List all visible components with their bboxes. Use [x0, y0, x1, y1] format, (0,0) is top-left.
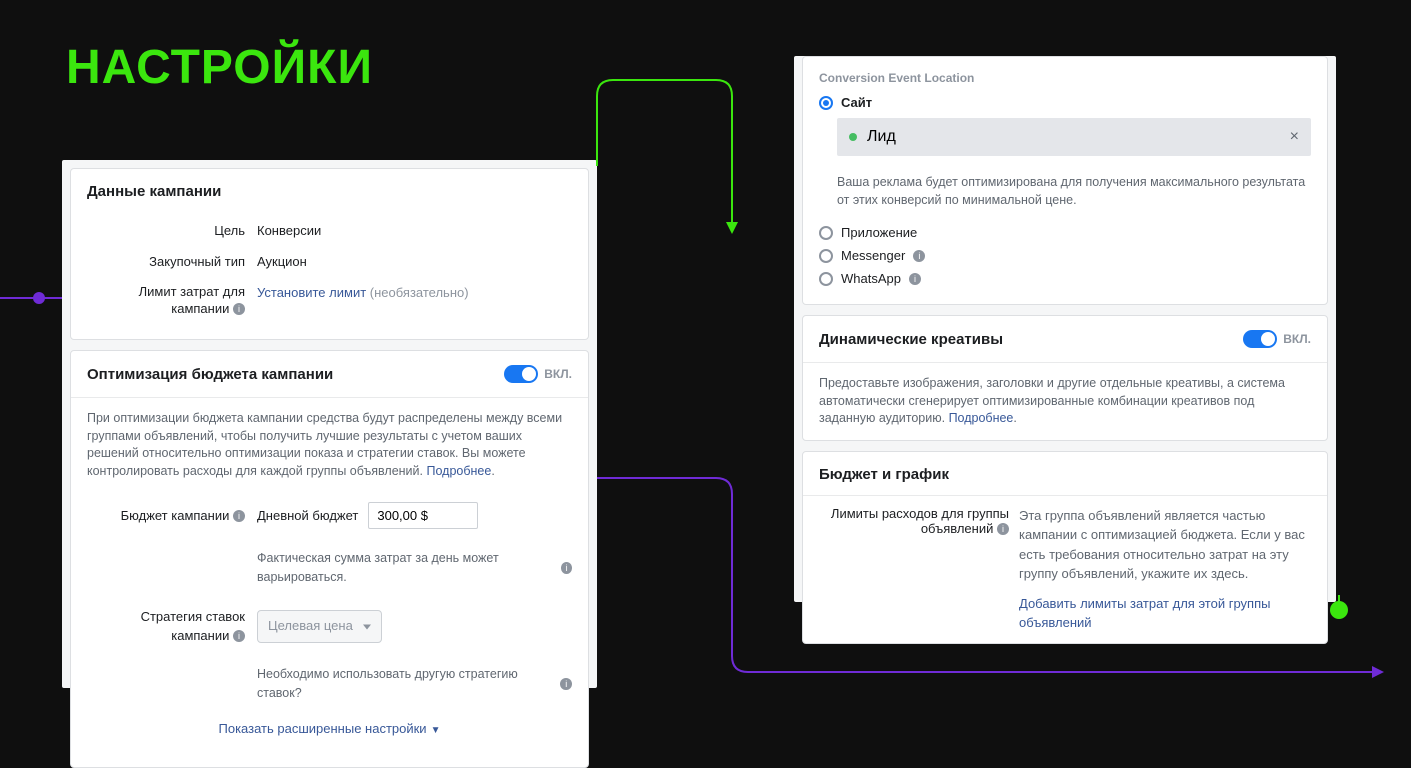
budget-input[interactable] — [368, 502, 478, 529]
conversion-desc: Ваша реклама будет оптимизирована для по… — [803, 166, 1327, 223]
info-icon[interactable] — [233, 630, 245, 642]
radio-icon — [819, 226, 833, 240]
dynamic-toggle[interactable] — [1243, 330, 1277, 348]
optional-label: (необязательно) — [370, 285, 469, 300]
connector-line — [596, 78, 796, 238]
info-icon[interactable] — [997, 523, 1009, 535]
bid-label: Стратегия ставок кампании — [141, 609, 245, 643]
bid-select[interactable]: Целевая цена — [257, 610, 382, 643]
learn-more-link[interactable]: Подробнее — [426, 464, 491, 478]
info-icon[interactable] — [909, 273, 921, 285]
bid-note: Необходимо использовать другую стратегию… — [257, 665, 556, 701]
info-icon[interactable] — [561, 562, 572, 574]
learn-more-link[interactable]: Подробнее — [949, 411, 1014, 425]
spendlimit-label: Лимит затрат для кампании — [139, 284, 245, 316]
spend-limits-desc: Эта группа объявлений является частью ка… — [1019, 508, 1305, 582]
budget-opt-toggle[interactable] — [504, 365, 538, 383]
info-icon[interactable] — [233, 303, 245, 315]
conversion-card: Conversion Event Location Сайт Лид × Ваш… — [802, 56, 1328, 305]
settings-panel-right: Conversion Event Location Сайт Лид × Ваш… — [794, 56, 1336, 602]
chevron-down-icon: ▼ — [431, 725, 441, 736]
budget-opt-card: Оптимизация бюджета кампании ВКЛ. При оп… — [70, 350, 589, 767]
set-limit-link[interactable]: Установите лимит — [257, 285, 366, 300]
budget-opt-header: Оптимизация бюджета кампании — [87, 366, 333, 383]
toggle-on-label: ВКЛ. — [1283, 332, 1311, 346]
campaign-data-header: Данные кампании — [71, 169, 588, 212]
dynamic-header: Динамические креативы — [819, 331, 1003, 348]
budget-opt-desc: При оптимизации бюджета кампании средств… — [87, 411, 562, 478]
settings-panel-left: Данные кампании Цель Конверсии Закупочны… — [62, 160, 597, 688]
spend-limits-label: Лимиты расходов для группы объявлений — [831, 506, 1009, 536]
close-icon[interactable]: × — [1290, 128, 1299, 146]
radio-icon — [819, 249, 833, 263]
budget-type: Дневной бюджет — [257, 507, 358, 526]
status-dot-icon — [849, 133, 857, 141]
info-icon[interactable] — [913, 250, 925, 262]
add-limits-link[interactable]: Добавить лимиты затрат для этой группы о… — [1019, 596, 1270, 631]
event-pill-label: Лид — [867, 128, 896, 146]
goal-value: Конверсии — [257, 222, 572, 241]
budget-note: Фактическая сумма затрат за день может в… — [257, 549, 557, 585]
dynamic-creatives-card: Динамические креативы ВКЛ. Предоставьте … — [802, 315, 1328, 441]
radio-whatsapp-label: WhatsApp — [841, 271, 901, 286]
budget-schedule-header: Бюджет и график — [803, 452, 1327, 495]
toggle-on-label: ВКЛ. — [544, 367, 572, 381]
bid-select-value: Целевая цена — [268, 617, 353, 636]
dynamic-desc: Предоставьте изображения, заголовки и др… — [819, 376, 1285, 425]
radio-app-label: Приложение — [841, 225, 917, 240]
radio-icon — [819, 272, 833, 286]
budget-label: Бюджет кампании — [121, 508, 230, 523]
info-icon[interactable] — [233, 510, 245, 522]
buytype-label: Закупочный тип — [87, 253, 257, 272]
buytype-value: Аукцион — [257, 253, 572, 272]
event-pill[interactable]: Лид × — [837, 118, 1311, 156]
chevron-down-icon — [363, 624, 371, 629]
radio-app[interactable]: Приложение — [803, 223, 1327, 242]
radio-icon — [819, 96, 833, 110]
radio-whatsapp[interactable]: WhatsApp — [803, 269, 1327, 300]
radio-site[interactable]: Сайт — [803, 93, 1327, 112]
info-icon[interactable] — [560, 678, 572, 690]
page-title: НАСТРОЙКИ — [66, 40, 373, 95]
radio-messenger[interactable]: Messenger — [803, 246, 1327, 265]
connector-line — [0, 291, 62, 305]
radio-messenger-label: Messenger — [841, 248, 905, 263]
advanced-settings-link[interactable]: Показать расширенные настройки — [219, 721, 427, 736]
conversion-title: Conversion Event Location — [803, 57, 1327, 93]
goal-label: Цель — [87, 222, 257, 241]
campaign-data-card: Данные кампании Цель Конверсии Закупочны… — [70, 168, 589, 340]
budget-schedule-card: Бюджет и график Лимиты расходов для груп… — [802, 451, 1328, 644]
radio-site-label: Сайт — [841, 95, 872, 110]
